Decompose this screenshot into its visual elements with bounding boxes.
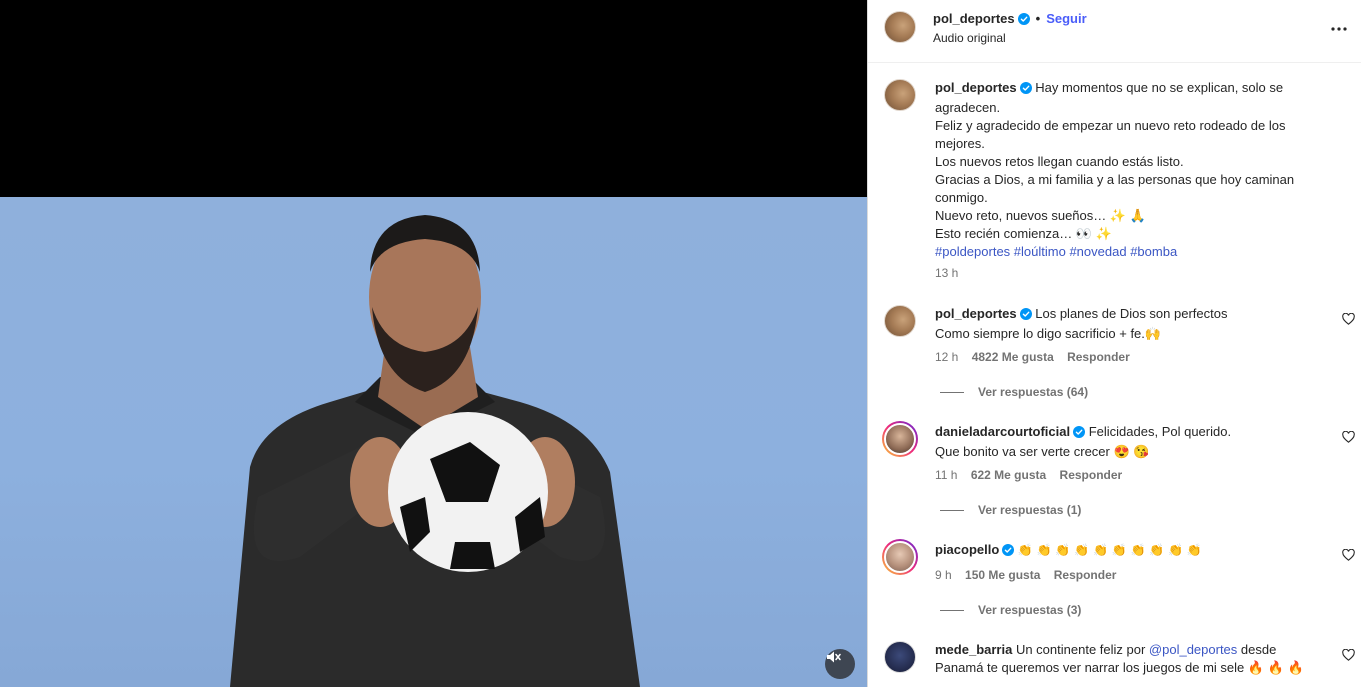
comment-likes[interactable]: 4822 Me gusta: [972, 350, 1054, 364]
more-options-button[interactable]: [1330, 20, 1348, 41]
view-replies-button[interactable]: Ver respuestas (64): [940, 385, 1088, 399]
comment-time[interactable]: 9 h: [935, 568, 952, 582]
comment-username[interactable]: danieladarcourtoficial: [935, 424, 1070, 439]
like-button[interactable]: [1342, 548, 1355, 564]
caption-time[interactable]: 13 h: [935, 266, 958, 280]
hashtag-link[interactable]: #novedad: [1069, 244, 1126, 259]
hashtags: #poldeportes #loúltimo #novedad #bomba: [935, 243, 1345, 261]
video-player[interactable]: [0, 197, 867, 687]
verified-badge-icon: [1019, 307, 1032, 325]
comment-likes[interactable]: 622 Me gusta: [971, 468, 1046, 482]
comment-likes[interactable]: 150 Me gusta: [965, 568, 1040, 582]
reply-button[interactable]: Responder: [1060, 468, 1123, 482]
comment-avatar[interactable]: [884, 305, 916, 337]
comment-meta: 9 h 150 Me gusta Responder: [935, 568, 1116, 582]
mention-link[interactable]: @pol_deportes: [1149, 642, 1237, 657]
verified-badge-icon: [1002, 543, 1015, 561]
comment-text: Panamá te queremos ver narrar los juegos…: [935, 660, 1304, 675]
heart-outline-icon: [1342, 312, 1355, 325]
media-pane: [0, 0, 867, 687]
heart-outline-icon: [1342, 548, 1355, 561]
post-header: pol_deportes • Seguir Audio original: [868, 0, 1361, 63]
verified-badge-icon: [1073, 425, 1086, 443]
post-panel: pol_deportes • Seguir Audio original pol_d…: [867, 0, 1361, 687]
like-button[interactable]: [1342, 312, 1355, 328]
comment-text: Felicidades, Pol querido.: [1088, 424, 1232, 439]
caption-line: Esto recién comienza… 👀 ✨: [935, 226, 1112, 241]
view-replies-button[interactable]: Ver respuestas (1): [940, 503, 1081, 517]
view-replies-label: Ver respuestas (3): [978, 603, 1082, 617]
comment-username[interactable]: pol_deportes: [935, 306, 1017, 321]
comment: mede_barria Un continente feliz por @pol…: [935, 641, 1335, 677]
caption-line: Feliz y agradecido de empezar un nuevo r…: [935, 118, 1286, 133]
caption-line: mejores.: [935, 136, 985, 151]
caption-line: Nuevo reto, nuevos sueños… ✨ 🙏: [935, 208, 1146, 223]
video-frame: [230, 215, 640, 687]
author-line: pol_deportes • Seguir: [933, 11, 1087, 28]
comment: piacopello 👏 👏 👏 👏 👏 👏 👏 👏 👏 👏: [935, 541, 1335, 561]
caption-username[interactable]: pol_deportes: [935, 80, 1017, 95]
comment-text: Los planes de Dios son perfectos: [1035, 306, 1228, 321]
heart-outline-icon: [1342, 648, 1355, 661]
separator-dot: •: [1035, 11, 1041, 26]
view-replies-label: Ver respuestas (64): [978, 385, 1089, 399]
mute-toggle[interactable]: [825, 649, 855, 679]
comment-avatar[interactable]: [884, 641, 916, 673]
comment-text: desde: [1237, 642, 1277, 657]
reply-button[interactable]: Responder: [1067, 350, 1130, 364]
more-options-icon: [1331, 27, 1347, 31]
heart-outline-icon: [1342, 430, 1355, 443]
reply-button[interactable]: Responder: [1054, 568, 1117, 582]
caption-line: agradecen.: [935, 100, 1001, 115]
replies-divider: [940, 510, 964, 512]
author-username[interactable]: pol_deportes: [933, 11, 1015, 26]
like-button[interactable]: [1342, 648, 1355, 664]
hashtag-link[interactable]: #bomba: [1130, 244, 1177, 259]
view-replies-button[interactable]: Ver respuestas (3): [940, 603, 1081, 617]
caption: pol_deportes Hay momentos que no se expl…: [935, 79, 1345, 261]
comment-time[interactable]: 11 h: [935, 468, 957, 482]
verified-badge-icon: [1017, 13, 1030, 28]
comment: danieladarcourtoficial Felicidades, Pol …: [935, 423, 1335, 461]
comment-avatar[interactable]: [882, 421, 918, 457]
like-button[interactable]: [1342, 430, 1355, 446]
comment-username[interactable]: mede_barria: [935, 642, 1012, 657]
comment: pol_deportes Los planes de Dios son perf…: [935, 305, 1335, 343]
caption-line: Los nuevos retos llegan cuando estás lis…: [935, 154, 1184, 169]
audio-label[interactable]: Audio original: [933, 31, 1006, 45]
comment-text: Que bonito va ser verte crecer 😍 😘: [935, 444, 1150, 459]
comment-text: Como siempre lo digo sacrificio + fe.🙌: [935, 326, 1162, 341]
caption-line: Gracias a Dios, a mi familia y a las per…: [935, 172, 1295, 187]
comment-meta: 11 h 622 Me gusta Responder: [935, 468, 1122, 482]
comment-meta: 12 h 4822 Me gusta Responder: [935, 350, 1130, 364]
replies-divider: [940, 392, 964, 394]
replies-divider: [940, 610, 964, 612]
view-replies-label: Ver respuestas (1): [978, 503, 1082, 517]
hashtag-link[interactable]: #loúltimo: [1014, 244, 1066, 259]
muted-speaker-icon: [827, 651, 841, 663]
comment-username[interactable]: piacopello: [935, 542, 999, 557]
comment-time[interactable]: 12 h: [935, 350, 958, 364]
hashtag-link[interactable]: #poldeportes: [935, 244, 1010, 259]
caption-line: conmigo.: [935, 190, 988, 205]
follow-button[interactable]: Seguir: [1046, 11, 1086, 26]
verified-badge-icon: [1019, 81, 1032, 99]
comment-text: 👏 👏 👏 👏 👏 👏 👏 👏 👏 👏: [1017, 543, 1202, 557]
caption-line: Hay momentos que no se explican, solo se: [1035, 80, 1284, 95]
comment-text: Un continente feliz por: [1015, 642, 1149, 657]
caption-avatar[interactable]: [884, 79, 916, 111]
comment-avatar[interactable]: [882, 539, 918, 575]
author-avatar[interactable]: [884, 11, 916, 43]
